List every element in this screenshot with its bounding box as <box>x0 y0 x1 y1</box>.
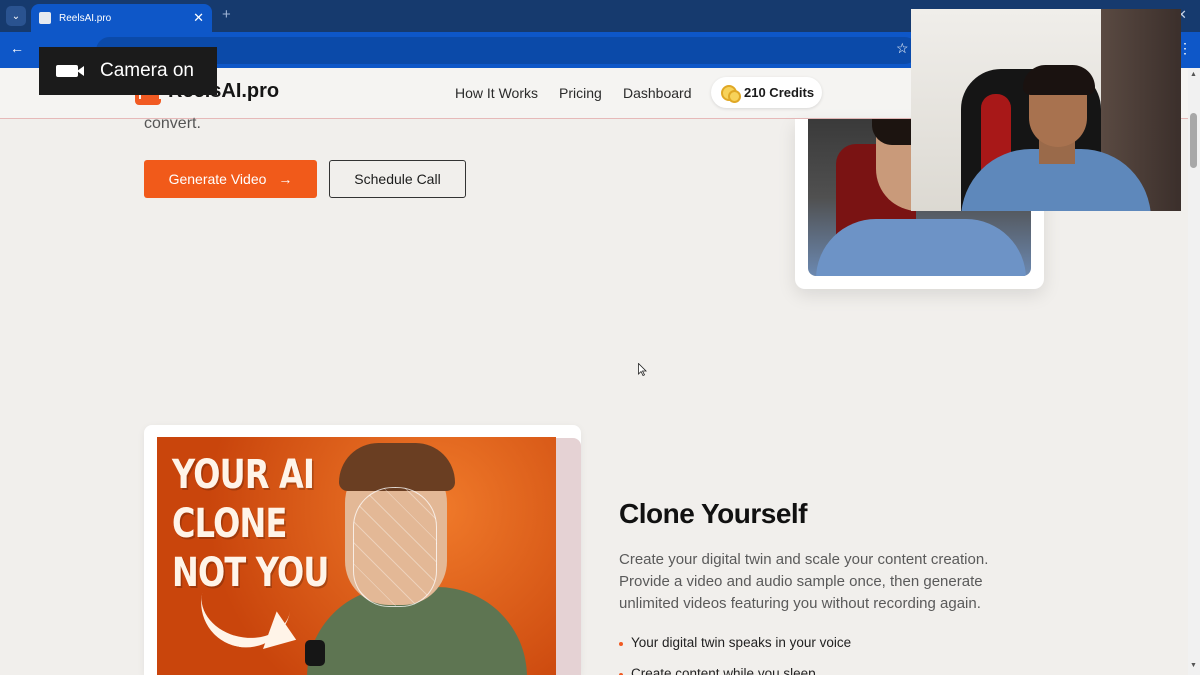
nav-pricing[interactable]: Pricing <box>559 85 602 101</box>
thumbnail-line: NOT YOU <box>172 550 329 596</box>
thumbnail-line: CLONE <box>172 501 287 547</box>
credits-badge[interactable]: 210 Credits <box>711 77 822 108</box>
scroll-up-icon[interactable]: ▲ <box>1190 71 1197 78</box>
clone-card-accent <box>556 438 581 675</box>
back-arrow-icon[interactable]: ← <box>10 40 24 56</box>
bookmark-star-icon[interactable]: ☆ <box>896 40 909 57</box>
hero-text-fragment: convert. <box>144 115 201 132</box>
tab-search-icon[interactable]: ⌄ <box>6 6 26 26</box>
nav-how-it-works[interactable]: How It Works <box>455 85 538 101</box>
feature-bullet-text: Create content while you sleep <box>631 666 816 675</box>
tab-title: ReelsAI.pro <box>59 12 112 24</box>
scroll-down-icon[interactable]: ▼ <box>1190 662 1197 669</box>
credits-label: 210 Credits <box>744 85 815 100</box>
bullet-dot-icon <box>619 642 623 646</box>
page-favicon-icon <box>39 12 51 24</box>
new-tab-button[interactable]: + <box>222 6 231 23</box>
generate-video-label: Generate Video <box>168 171 267 187</box>
browser-tab[interactable]: ReelsAI.pro ✕ <box>31 4 212 32</box>
thumbnail-line: YOUR AI <box>172 452 315 498</box>
face-mesh-overlay <box>353 487 437 607</box>
camera-on-badge: Camera on <box>39 47 217 95</box>
scrollbar-thumb[interactable] <box>1190 113 1197 168</box>
nav-dashboard[interactable]: Dashboard <box>623 85 692 101</box>
address-bar[interactable] <box>96 37 918 64</box>
clone-section-title: Clone Yourself <box>619 498 808 529</box>
coins-icon <box>721 84 741 103</box>
clone-section-description: Create your digital twin and scale your … <box>619 551 989 612</box>
close-tab-icon[interactable]: ✕ <box>193 10 204 26</box>
feature-bullet: Your digital twin speaks in your voice <box>619 635 851 650</box>
schedule-call-button[interactable]: Schedule Call <box>329 160 466 198</box>
feature-bullet-text: Your digital twin speaks in your voice <box>631 635 852 650</box>
camera-on-label: Camera on <box>100 60 194 81</box>
clone-thumbnail-image: YOUR AI CLONE NOT YOU <box>157 437 556 675</box>
feature-bullet: Create content while you sleep <box>619 666 816 675</box>
webcam-overlay <box>911 9 1181 211</box>
thumbnail-headline: YOUR AI CLONE NOT YOU <box>172 451 329 598</box>
microphone-icon <box>305 640 325 666</box>
generate-video-button[interactable]: Generate Video → <box>144 160 317 198</box>
mouse-cursor-icon <box>638 363 647 376</box>
video-camera-icon <box>56 65 84 77</box>
arrow-right-icon: → <box>278 171 293 187</box>
